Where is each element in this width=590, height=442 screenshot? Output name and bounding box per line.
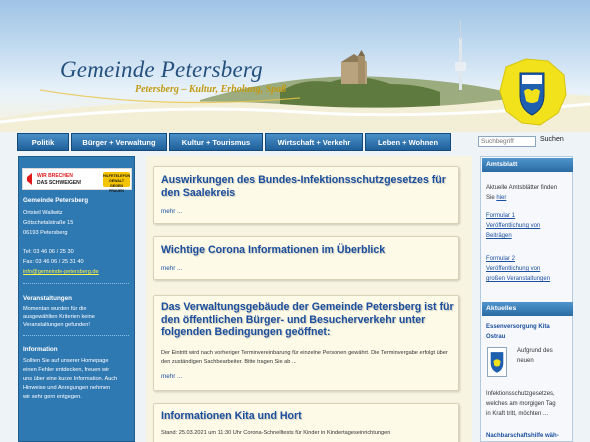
main-content: Auswirkungen des Bundes-Infektionsschutz… [146,156,472,442]
news-item-text: neuen [517,358,534,364]
aktuelles-heading: Aktuelles [482,302,573,316]
right-sidebar: Amtsblatt Aktuelle Amtsblätter finden Si… [480,156,573,442]
news-item-text: Infektionsschutzgesetzes, [486,391,555,397]
formular-1-link[interactable]: Formular 1 [486,211,515,221]
read-more-link[interactable]: mehr ... [161,208,182,215]
formular-1-link[interactable]: Beiträgen [486,231,512,241]
news-item-title[interactable]: Nachbarschaftshilfe wäh- [486,431,559,441]
news-card-title[interactable]: Wichtige Corona Informationen im Überbli… [161,244,454,257]
nav-item-politik[interactable]: Politik [17,133,69,151]
phone-number: Tel: 03 46 06 / 25 30 [23,249,74,255]
amtsblatt-here-link[interactable]: hier [496,195,506,201]
hilfetelefon-banner[interactable]: WIR BRECHEN DAS SCHWEIGEN! HILFETELEFON … [22,168,132,193]
amtsblatt-text: Sie hier [486,193,506,203]
amtsblatt-text-prefix: Sie [486,195,497,201]
fax-number: Fax: 03 46 06 / 25 31 40 [23,259,84,265]
info-text: wir sehr gern entgegen. [23,394,82,400]
divider [23,283,129,284]
news-card: Informationen Kita und Hort Stand: 25.03… [153,403,459,442]
banner-subline: DAS SCHWEIGEN! [37,180,82,186]
news-card-title[interactable]: Das Verwaltungsgebäude der Gemeinde Pete… [161,301,454,339]
news-card-text: Der Eintritt wird nach vorheriger Termin… [161,350,448,365]
site-title[interactable]: Gemeinde Petersberg [60,57,263,83]
address-line: Ortsteil Wallwitz [23,210,63,216]
events-text: Veranstaltungen gefunden! [23,322,90,328]
news-card-title[interactable]: Informationen Kita und Hort [161,410,454,423]
events-heading: Veranstaltungen [23,295,72,302]
news-card-text: Stand: 25.03.2021 um 11:30 Uhr Corona-Sc… [161,430,391,436]
search-button[interactable]: Suchen [540,136,564,143]
news-item-title[interactable]: Ostrau [486,332,505,342]
org-name: Gemeinde Petersberg [23,197,89,204]
nav-item-buerger-verwaltung[interactable]: Bürger + Verwaltung [71,133,167,151]
coat-of-arms-thumbnail [487,347,507,377]
info-text: einen Fehler entdecken, freuen wir [23,367,110,373]
info-text: Sollten Sie auf unserer Homepage [23,358,109,364]
banner-headline: WIR BRECHEN [37,173,73,179]
news-card: Das Verwaltungsgebäude der Gemeinde Pete… [153,295,459,391]
info-text: Hinweise und Anregungen nehmen [23,385,111,391]
amtsblatt-text: Aktuelle Amtsblätter finden [486,185,558,191]
site-header: Gemeinde Petersberg Petersberg – Kultur,… [0,0,590,132]
nav-item-kultur-tourismus[interactable]: Kultur + Tourismus [169,133,263,151]
read-more-link[interactable]: mehr ... [161,373,182,380]
formular-1-link[interactable]: Veröffentlichung von [486,221,540,231]
nav-item-leben-wohnen[interactable]: Leben + Wohnen [365,133,451,151]
news-item-text: in Kraft tritt, möchten ... [486,411,549,417]
news-card-title[interactable]: Auswirkungen des Bundes-Infektionsschutz… [161,174,454,199]
address-line: 06193 Petersberg [23,230,68,236]
amtsblatt-heading: Amtsblatt [482,158,573,172]
formular-2-link[interactable]: Veröffentlichung von [486,264,540,274]
formular-2-link[interactable]: großen Veranstaltungen [486,274,550,284]
news-item-title[interactable]: Essenversorgung Kita [486,322,550,332]
address-line: Götschetalstraße 15 [23,220,74,226]
read-more-link[interactable]: mehr ... [161,265,182,272]
left-sidebar: WIR BRECHEN DAS SCHWEIGEN! HILFETELEFON … [18,156,135,442]
info-heading: Information [23,346,58,353]
search-input[interactable] [478,136,536,147]
info-text: uns über eine kurze Information. Auch [23,376,118,382]
coat-of-arms-logo[interactable] [496,55,570,129]
main-navigation: Politik Bürger + Verwaltung Kultur + Tou… [17,133,457,151]
events-text: Momentan wurden für die [23,306,87,312]
banner-badge: HILFETELEFON GEWALT GEGEN FRAUEN [103,172,131,193]
formular-2-link[interactable]: Formular 2 [486,254,515,264]
news-card: Auswirkungen des Bundes-Infektionsschutz… [153,166,459,224]
news-item-text: Aufgrund des [517,348,553,354]
email-link[interactable]: info@gemeinde-petersberg.de [23,269,99,275]
divider [23,335,129,336]
events-text: ausgewählten Kriterien keine [23,314,95,320]
news-item-text: welches am morgigen Tag [486,401,556,407]
megaphone-icon [27,173,32,185]
nav-item-wirtschaft-verkehr[interactable]: Wirtschaft + Verkehr [265,133,363,151]
site-subtitle: Petersberg – Kultur, Erholung, Spaß [135,84,287,95]
news-card: Wichtige Corona Informationen im Überbli… [153,236,459,280]
